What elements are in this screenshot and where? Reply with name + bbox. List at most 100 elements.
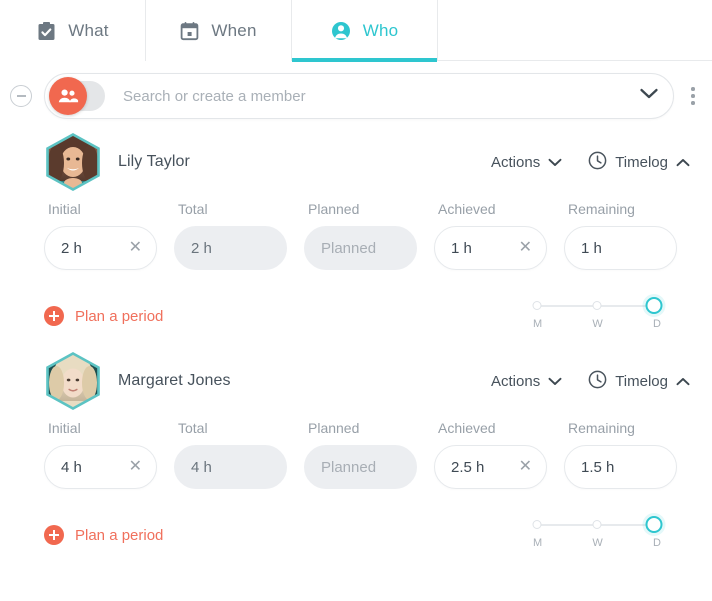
clock-icon (588, 370, 607, 393)
tab-when-label: When (211, 20, 257, 40)
slider-label-m: M (533, 318, 543, 330)
clear-icon[interactable]: ✕ (123, 240, 142, 256)
tab-what-label: What (68, 20, 109, 40)
tab-who[interactable]: Who (292, 0, 438, 62)
chevron-up-icon (676, 373, 690, 390)
slider-label-m: M (533, 537, 543, 549)
planned-placeholder: Planned (321, 458, 377, 476)
timelog-toggle[interactable]: Timelog (588, 151, 690, 174)
field-planned: Planned Planned (304, 201, 434, 270)
slider-stop-m[interactable] (532, 520, 542, 529)
initial-input[interactable]: 2 h ✕ (44, 226, 157, 270)
clear-icon[interactable]: ✕ (123, 459, 142, 475)
initial-value: 2 h (61, 239, 82, 257)
total-display: 2 h (174, 226, 287, 270)
chevron-down-icon (548, 373, 562, 390)
chevron-up-icon (676, 154, 690, 171)
clear-icon[interactable]: ✕ (513, 240, 532, 256)
member-type-toggle[interactable] (49, 77, 105, 115)
kebab-menu-icon[interactable] (678, 76, 708, 116)
time-fields: Initial 2 h ✕ Total 2 h Planned Planned … (22, 201, 690, 270)
clear-icon[interactable]: ✕ (513, 459, 532, 475)
plan-a-period-label: Plan a period (75, 307, 164, 325)
field-label-initial: Initial (48, 420, 81, 436)
chevron-down-icon (548, 154, 562, 171)
field-label-planned: Planned (308, 420, 360, 436)
field-achieved: Achieved 1 h ✕ (434, 201, 564, 270)
remaining-value: 1 h (581, 239, 602, 257)
slider-track[interactable] (532, 297, 663, 314)
member-search-box[interactable] (44, 73, 674, 119)
tab-who-label: Who (362, 20, 399, 40)
plan-a-period-button[interactable]: Plan a period (44, 521, 163, 549)
chevron-down-icon[interactable] (639, 87, 659, 105)
member-name: Lily Taylor (118, 153, 190, 170)
achieved-value: 2.5 h (451, 458, 485, 476)
member-header: Lily Taylor Actions Timelog (22, 129, 690, 195)
planned-placeholder: Planned (321, 239, 377, 257)
timelog-label: Timelog (615, 153, 668, 171)
achieved-value: 1 h (451, 239, 472, 257)
total-value: 4 h (191, 458, 212, 476)
tab-bar: What When Who (0, 0, 712, 62)
member-search-row (0, 61, 712, 129)
total-display: 4 h (174, 445, 287, 489)
calendar-icon (180, 21, 199, 41)
avatar-lily-taylor[interactable] (44, 133, 102, 191)
granularity-slider[interactable]: M W D (532, 513, 663, 549)
minus-circle-icon[interactable] (10, 85, 32, 107)
total-value: 2 h (191, 239, 212, 257)
initial-input[interactable]: 4 h ✕ (44, 445, 157, 489)
remaining-value: 1.5 h (581, 458, 615, 476)
time-fields: Initial 4 h ✕ Total 4 h Planned Planned … (22, 420, 690, 489)
actions-label: Actions (491, 372, 541, 390)
plan-a-period-label: Plan a period (75, 526, 164, 544)
actions-dropdown[interactable]: Actions (491, 373, 562, 390)
member-row: Lily Taylor Actions Timelog Initial 2 h … (0, 129, 712, 330)
slider-stop-d[interactable] (645, 516, 663, 533)
field-label-initial: Initial (48, 201, 81, 217)
slider-stop-w[interactable] (592, 301, 602, 310)
achieved-input[interactable]: 2.5 h ✕ (434, 445, 547, 489)
tab-what[interactable]: What (0, 0, 146, 61)
slider-label-w: W (592, 318, 603, 330)
tab-when[interactable]: When (146, 0, 292, 61)
slider-stop-m[interactable] (532, 301, 542, 310)
remaining-display: 1 h (564, 226, 677, 270)
slider-stop-d[interactable] (645, 297, 663, 314)
field-remaining: Remaining 1.5 h (564, 420, 694, 489)
search-input[interactable] (117, 87, 631, 105)
user-circle-icon (331, 21, 351, 41)
plan-a-period-button[interactable]: Plan a period (44, 302, 163, 330)
field-label-planned: Planned (308, 201, 360, 217)
member-name: Margaret Jones (118, 372, 231, 389)
member-row: Margaret Jones Actions Timelog Initial 4… (0, 348, 712, 549)
planned-input[interactable]: Planned (304, 445, 417, 489)
field-label-total: Total (178, 201, 208, 217)
slider-track[interactable] (532, 516, 663, 533)
field-achieved: Achieved 2.5 h ✕ (434, 420, 564, 489)
actions-dropdown[interactable]: Actions (491, 154, 562, 171)
timelog-toggle[interactable]: Timelog (588, 370, 690, 393)
clock-icon (588, 151, 607, 174)
actions-label: Actions (491, 153, 541, 171)
field-label-total: Total (178, 420, 208, 436)
field-initial: Initial 2 h ✕ (44, 201, 174, 270)
field-remaining: Remaining 1 h (564, 201, 694, 270)
slider-labels: M W D (532, 318, 662, 330)
slider-stop-w[interactable] (592, 520, 602, 529)
avatar-margaret-jones[interactable] (44, 352, 102, 410)
granularity-slider[interactable]: M W D (532, 294, 663, 330)
field-planned: Planned Planned (304, 420, 434, 489)
member-spacer (0, 330, 712, 348)
slider-label-d: D (653, 537, 661, 549)
active-tab-indicator (292, 58, 437, 62)
field-initial: Initial 4 h ✕ (44, 420, 174, 489)
timelog-label: Timelog (615, 372, 668, 390)
field-total: Total 4 h (174, 420, 304, 489)
field-label-remaining: Remaining (568, 420, 635, 436)
achieved-input[interactable]: 1 h ✕ (434, 226, 547, 270)
slider-label-w: W (592, 537, 603, 549)
field-label-achieved: Achieved (438, 201, 496, 217)
planned-input[interactable]: Planned (304, 226, 417, 270)
